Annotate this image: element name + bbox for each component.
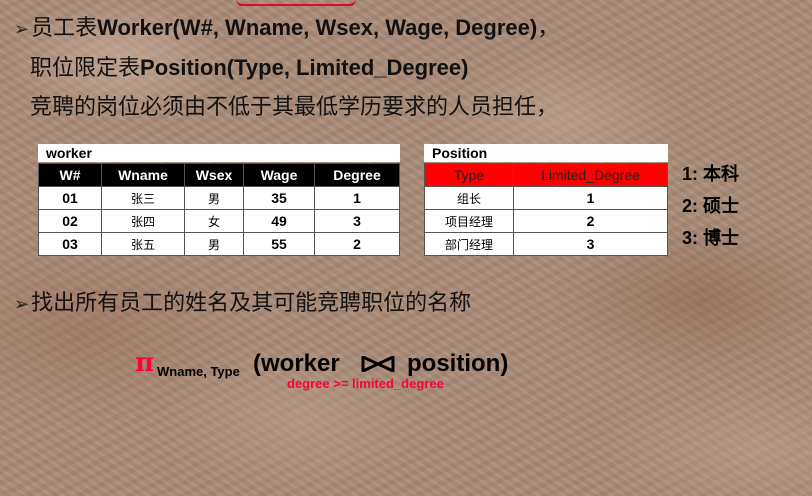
projection-pi-symbol: π [135, 348, 155, 378]
position-table-title: Position [424, 144, 668, 162]
worker-definition-line: ➢员工表Worker(W#, Wname, Wsex, Wage, Degree… [14, 14, 559, 44]
worker-cell: 张四 [101, 209, 185, 233]
table-row: 组长 1 [424, 186, 668, 210]
worker-table: W# Wname Wsex Wage Degree 01 张三 男 35 1 0… [38, 163, 400, 256]
worker-cell: 02 [38, 209, 102, 233]
worker-cell: 35 [243, 186, 315, 210]
degree-key-item: 3: 博士 [682, 228, 740, 248]
position-cell: 部门经理 [424, 232, 514, 256]
theta-join-icon [361, 356, 395, 372]
worker-cell: 49 [243, 209, 315, 233]
worker-col-wsex: Wsex [184, 163, 244, 187]
worker-cell: 01 [38, 186, 102, 210]
position-cell: 项目经理 [424, 209, 514, 233]
rule-line: 竞聘的岗位必须由不低于其最低学历要求的人员担任， [30, 95, 559, 120]
worker-table-title: worker [38, 144, 400, 162]
question-text: 找出所有员工的姓名及其可能竞聘职位的名称 [31, 291, 472, 316]
worker-cell: 1 [314, 186, 400, 210]
worker-def-suffix: ， [537, 16, 560, 41]
degree-key-item: 2: 硕士 [682, 196, 740, 216]
position-def-prefix: 职位限定表 [30, 56, 141, 81]
position-schema: Position(Type, Limited_Degree) [140, 55, 469, 80]
worker-cell: 男 [184, 186, 244, 210]
worker-cell: 女 [184, 209, 244, 233]
top-strip [0, 0, 812, 6]
worker-cell: 男 [184, 232, 244, 256]
top-strip-accent [236, 0, 356, 6]
join-condition: degree >= limited_degree [287, 376, 444, 391]
bullet-arrow-icon: ➢ [14, 19, 30, 40]
bullet-arrow-icon: ➢ [14, 294, 30, 315]
worker-cell: 2 [314, 232, 400, 256]
position-table: Type Limited_Degree 组长 1 项目经理 2 部门经理 3 [424, 163, 668, 256]
worker-cell: 03 [38, 232, 102, 256]
worker-cell: 3 [314, 209, 400, 233]
worker-col-degree: Degree [314, 163, 400, 187]
position-cell: 组长 [424, 186, 514, 210]
degree-key-item: 1: 本科 [682, 164, 740, 184]
position-table-header-row: Type Limited_Degree [424, 163, 668, 187]
worker-def-prefix: 员工表 [31, 16, 98, 41]
question-line: ➢找出所有员工的姓名及其可能竞聘职位的名称 [14, 290, 471, 319]
worker-cell: 张五 [101, 232, 185, 256]
worker-table-header-row: W# Wname Wsex Wage Degree [38, 163, 400, 187]
table-row: 部门经理 3 [424, 232, 668, 256]
table-row: 项目经理 2 [424, 209, 668, 233]
projection-attributes: Wname, Type [157, 364, 240, 379]
position-col-type: Type [424, 163, 514, 187]
worker-cell: 55 [243, 232, 315, 256]
worker-col-wno: W# [38, 163, 102, 187]
table-row: 01 张三 男 35 1 [38, 186, 400, 210]
worker-cell: 张三 [101, 186, 185, 210]
worker-col-wname: Wname [101, 163, 185, 187]
worker-schema: Worker(W#, Wname, Wsex, Wage, Degree) [97, 15, 538, 40]
position-cell: 3 [513, 232, 668, 256]
worker-col-wage: Wage [243, 163, 315, 187]
position-definition-line: 职位限定表Position(Type, Limited_Degree) [30, 54, 468, 83]
table-row: 02 张四 女 49 3 [38, 209, 400, 233]
position-cell: 2 [513, 209, 668, 233]
position-col-limited-degree: Limited_Degree [513, 163, 668, 187]
table-row: 03 张五 男 55 2 [38, 232, 400, 256]
formula-right-operand: position) [407, 350, 509, 377]
position-cell: 1 [513, 186, 668, 210]
formula-left-operand: (worker [253, 350, 340, 377]
